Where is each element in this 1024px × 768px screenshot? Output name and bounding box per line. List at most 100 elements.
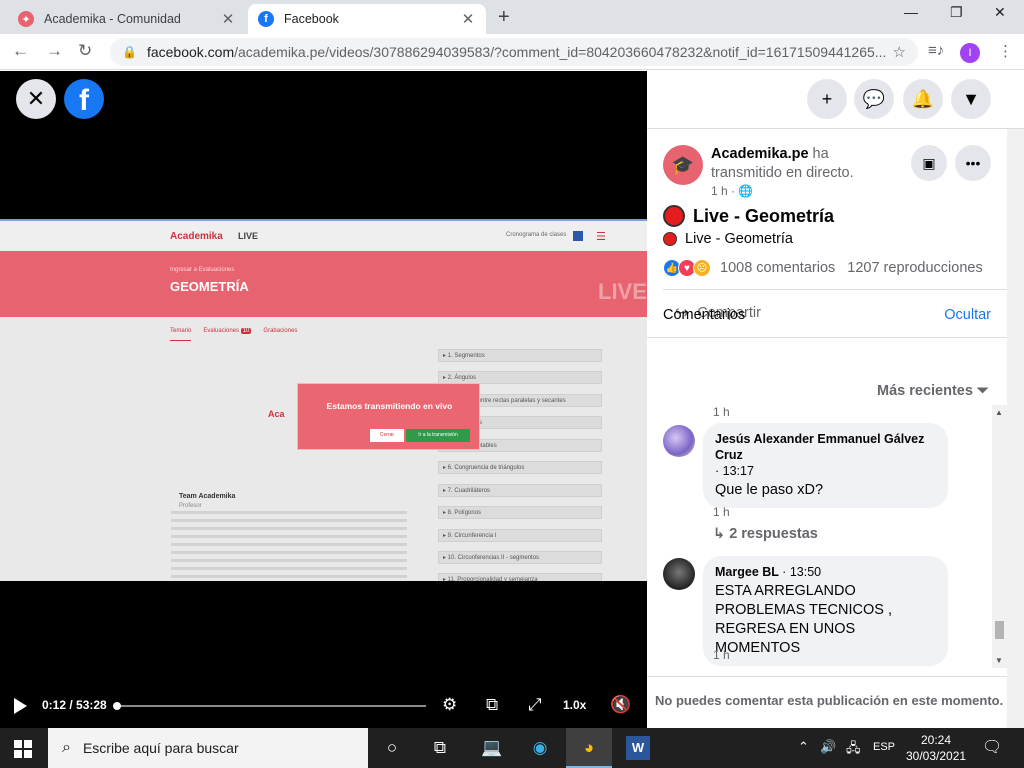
post-panel: + 💬 🔔 ▼ 🎓 Academika.pe ha transmitido en… xyxy=(647,71,1024,728)
account-menu-button[interactable]: ▼ xyxy=(951,79,991,119)
create-button[interactable]: + xyxy=(807,79,847,119)
chrome-taskbar-button[interactable]: ◕ xyxy=(566,728,612,768)
subtab-evaluaciones: Evaluaciones 10 xyxy=(203,328,252,334)
hide-comments-link[interactable]: Ocultar xyxy=(944,307,991,323)
caret-down-icon: ⏷ xyxy=(976,383,989,399)
save-post-button[interactable]: ▣ xyxy=(911,145,947,181)
site-subtabs: Temario Evaluaciones 10 Grabaciones xyxy=(170,328,297,341)
restore-icon[interactable]: ❐ xyxy=(950,4,963,21)
site-facebook-icon xyxy=(573,231,583,241)
comment-author[interactable]: Jesús Alexander Emmanuel Gálvez Cruz · 13… xyxy=(715,431,936,479)
language-indicator[interactable]: ESP xyxy=(873,741,895,753)
tab-close-icon[interactable]: ✕ xyxy=(220,10,236,28)
comments-list: 1 h Jesús Alexander Emmanuel Gálvez Cruz… xyxy=(647,405,991,668)
lock-icon: 🔒 xyxy=(122,45,137,59)
minimize-icon[interactable]: — xyxy=(904,4,918,20)
tab-facebook[interactable]: f Facebook ✕ xyxy=(248,4,486,34)
video-time: 0:12 / 53:28 xyxy=(42,698,107,712)
page-name[interactable]: Academika.pe xyxy=(711,146,809,162)
mute-icon[interactable]: 🔇 xyxy=(610,695,631,715)
team-role: Profesor xyxy=(179,503,202,509)
plus-icon: + xyxy=(821,88,833,109)
comment-disabled-notice: No puedes comentar esta publicación en e… xyxy=(647,676,1007,728)
close-icon: ✕ xyxy=(26,86,46,111)
scroll-up-icon[interactable]: ▲ xyxy=(995,408,1003,417)
tab-title: Academika - Comunidad xyxy=(44,12,181,26)
course-title: GEOMETRÍA xyxy=(170,279,249,294)
network-icon[interactable]: 🖧 xyxy=(846,739,861,761)
messenger-button[interactable]: 💬 xyxy=(854,79,894,119)
sad-reaction-icon[interactable]: ☹ xyxy=(693,259,711,277)
tab-close-icon[interactable]: ✕ xyxy=(460,10,476,28)
progress-knob[interactable] xyxy=(113,702,122,710)
sort-dropdown[interactable]: Más recientes ⏷ xyxy=(877,383,989,399)
chrome-menu-icon[interactable]: ⋮ xyxy=(998,42,1013,60)
system-clock[interactable]: 20:24 30/03/2021 xyxy=(906,732,966,764)
notifications-button[interactable]: 🔔 xyxy=(903,79,943,119)
scroll-down-icon[interactable]: ▼ xyxy=(995,656,1003,665)
settings-gear-icon[interactable]: ⚙ xyxy=(442,695,457,715)
video-player[interactable]: ✕ f Academika LIVE Cronograma de clases … xyxy=(0,71,647,728)
comment-count[interactable]: 1008 comentarios xyxy=(720,260,835,276)
topic-item: ▸ 11. Proporcionalidad y semejanza xyxy=(438,573,602,581)
media-control-icon[interactable]: ≡♪ xyxy=(928,42,944,59)
scrollbar-thumb[interactable] xyxy=(995,621,1004,639)
tab-academika[interactable]: ✦ Academika - Comunidad ✕ xyxy=(8,4,246,34)
playback-speed[interactable]: 1.0x xyxy=(563,698,586,712)
comment-avatar[interactable] xyxy=(663,558,695,590)
topic-item: ▸ 1. Segmentos xyxy=(438,349,602,362)
live-modal: Estamos transmitiendo en vivo Cerrar Ir … xyxy=(297,383,480,450)
taskbar-search[interactable]: ⌕ Escribe aquí para buscar xyxy=(48,728,368,768)
new-tab-icon[interactable]: + xyxy=(498,6,510,29)
volume-icon[interactable]: 🔊 xyxy=(820,739,836,755)
comments-header: Comentarios Ocultar xyxy=(647,288,1007,338)
comment-timestamp[interactable]: 1 h xyxy=(713,505,730,519)
word-icon[interactable]: W xyxy=(626,736,650,760)
subtab-temario: Temario xyxy=(170,328,192,341)
edge-icon[interactable]: ◉ xyxy=(528,736,552,760)
facebook-favicon-icon: f xyxy=(258,11,274,27)
reload-icon[interactable]: ↻ xyxy=(78,41,92,61)
panel-top-actions: + 💬 🔔 ▼ xyxy=(647,71,1024,129)
tray-chevron-icon[interactable]: ⌃ xyxy=(798,739,809,755)
miniplayer-icon[interactable]: ⧉ xyxy=(486,695,498,715)
fullscreen-icon[interactable]: ⤢ xyxy=(528,695,542,715)
comment-bubble: Margee BL · 13:50 ESTA ARREGLANDO PROBLE… xyxy=(703,556,948,666)
messenger-icon: 💬 xyxy=(862,88,886,109)
subtab-grabaciones: Grabaciones xyxy=(263,328,298,334)
windows-taskbar: ⌕ Escribe aquí para buscar ○ ⧉ 💻 ◉ ◕ W ⌃… xyxy=(0,728,1024,768)
address-bar[interactable]: 🔒 facebook.com/academika.pe/videos/30788… xyxy=(110,38,918,66)
task-view-icon[interactable]: ⧉ xyxy=(428,736,452,760)
browser-tab-strip: ✦ Academika - Comunidad ✕ f Facebook ✕ +… xyxy=(0,0,1024,34)
page-avatar[interactable]: 🎓 xyxy=(663,145,703,185)
comment-timestamp[interactable]: 1 h xyxy=(713,648,730,662)
progress-bar[interactable] xyxy=(113,702,426,710)
topic-item: ▸ 9. Circunferencia I xyxy=(438,529,602,542)
site-badge: Aca xyxy=(268,409,285,419)
comment-avatar[interactable] xyxy=(663,425,695,457)
cortana-icon[interactable]: ○ xyxy=(380,736,404,760)
save-icon: ▣ xyxy=(922,154,936,171)
forward-arrow-icon[interactable]: → xyxy=(46,41,63,61)
reactions-row: 👍 ♥ ☹ 1008 comentarios 1207 reproduccion… xyxy=(663,259,983,277)
profile-avatar[interactable]: I xyxy=(960,43,980,63)
comment-author[interactable]: Margee BL · 13:50 xyxy=(715,564,936,580)
more-options-button[interactable]: ••• xyxy=(955,145,991,181)
facebook-logo-icon[interactable]: f xyxy=(64,79,104,119)
network-drive-icon[interactable]: 💻 xyxy=(480,736,504,760)
live-dot-icon xyxy=(663,232,677,246)
panel-scrollbar[interactable] xyxy=(1007,129,1024,728)
play-icon[interactable] xyxy=(14,698,27,714)
view-count: 1207 reproducciones xyxy=(847,260,983,276)
windows-start-icon[interactable] xyxy=(14,740,32,758)
notification-center-icon[interactable]: 🗨 xyxy=(982,737,1002,757)
comments-scrollbar[interactable]: ▲ ▼ xyxy=(992,405,1007,668)
comment-bubble: Jesús Alexander Emmanuel Gálvez Cruz · 13… xyxy=(703,423,948,508)
bookmark-star-icon[interactable]: ☆ xyxy=(893,43,906,61)
globe-icon: 🌐 xyxy=(738,184,754,198)
close-viewer-button[interactable]: ✕ xyxy=(16,79,56,119)
view-replies-link[interactable]: ↳ 2 respuestas xyxy=(713,526,818,542)
topic-item: ▸ 10. Circunferencias II - segmentos xyxy=(438,551,602,564)
window-close-icon[interactable]: ✕ xyxy=(994,4,1006,21)
back-arrow-icon[interactable]: ← xyxy=(12,41,29,61)
